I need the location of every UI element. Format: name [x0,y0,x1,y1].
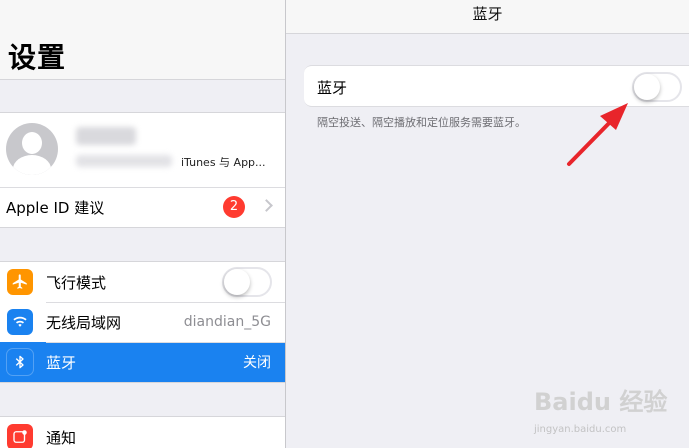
notifications-icon [7,424,33,448]
sidebar-header: 设置 [0,0,285,80]
bluetooth-status-value: 关闭 [243,355,271,371]
airplane-mode-row[interactable]: 飞行模式 [0,262,285,302]
watermark-url: jingyan.baidu.com [533,424,626,435]
connectivity-group: 飞行模式 无线局域网 diandian_5G 蓝牙 关闭 [0,261,285,383]
watermark-brand: Baidu 经验 [534,388,667,416]
bluetooth-row[interactable]: 蓝牙 关闭 [0,342,285,382]
notification-badge: 2 [223,196,245,218]
profile-service-label: iTunes 与 App... [181,156,266,169]
chevron-right-icon [260,199,273,212]
profile-subtitle-redacted [76,155,172,167]
airplane-icon [7,269,33,295]
airplane-mode-toggle[interactable] [222,267,272,297]
detail-title: 蓝牙 [472,5,503,23]
profile-name-redacted [76,127,136,145]
apple-id-suggestions-row[interactable]: Apple ID 建议 2 [0,187,285,227]
settings-sidebar: 设置 iTunes 与 App... Apple ID 建议 2 飞行模式 无线… [0,0,285,448]
bluetooth-setting-label: 蓝牙 [317,79,348,97]
bluetooth-toggle[interactable] [632,72,682,102]
notifications-group: 通知 [0,416,285,448]
notifications-label: 通知 [46,428,77,447]
profile-row[interactable]: iTunes 与 App... [0,113,285,187]
wifi-icon [7,309,33,335]
profile-group: iTunes 与 App... Apple ID 建议 2 [0,112,285,228]
annotation-arrow-icon [567,103,628,166]
wifi-network-value: diandian_5G [183,314,271,330]
apple-id-suggestions-label: Apple ID 建议 [6,198,105,217]
notifications-row[interactable]: 通知 [0,417,285,448]
detail-header: 蓝牙 [286,0,689,34]
airplane-mode-label: 飞行模式 [46,273,107,292]
wifi-label: 无线局域网 [46,313,122,332]
sidebar-title: 设置 [8,41,67,74]
bluetooth-label: 蓝牙 [46,353,77,372]
wifi-row[interactable]: 无线局域网 diandian_5G [0,302,285,342]
bluetooth-footer-note: 隔空投送、隔空播放和定位服务需要蓝牙。 [317,116,526,129]
baidu-watermark-icon: Baidu 经验 jingyan.baidu.com [533,388,667,435]
bluetooth-icon [7,349,33,375]
avatar [6,123,58,175]
